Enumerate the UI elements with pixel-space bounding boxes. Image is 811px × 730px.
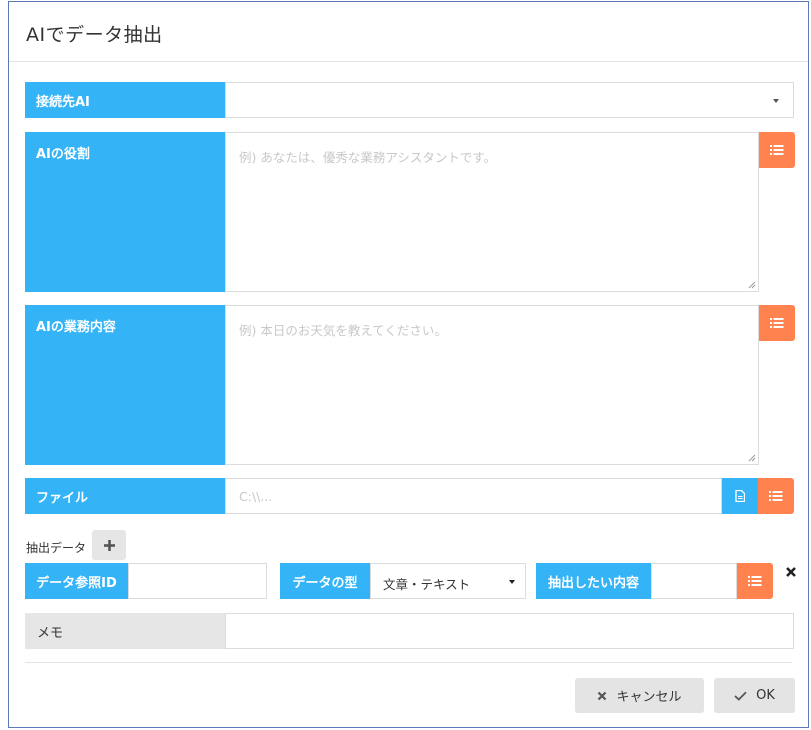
list-icon bbox=[748, 576, 762, 586]
file-browse-button[interactable] bbox=[722, 478, 758, 514]
chevron-down-icon bbox=[773, 99, 779, 103]
ai-role-list-button[interactable] bbox=[759, 132, 795, 168]
ai-role-placeholder: 例) あなたは、優秀な業務アシスタントです。 bbox=[239, 150, 497, 165]
ai-role-label: AIの役割 bbox=[25, 132, 225, 292]
data-type-select[interactable]: 文章・テキスト bbox=[370, 563, 526, 599]
ai-connection-select[interactable] bbox=[225, 82, 794, 118]
data-type-label: データの型 bbox=[280, 563, 370, 599]
ai-task-textarea[interactable]: 例) 本日のお天気を教えてください。 bbox=[225, 305, 759, 465]
data-ref-id-input[interactable] bbox=[128, 563, 267, 599]
file-icon bbox=[735, 490, 745, 502]
extract-content-label: 抽出したい内容 bbox=[536, 563, 651, 599]
extract-data-label: 抽出データ bbox=[26, 541, 87, 555]
chevron-down-icon bbox=[509, 580, 515, 584]
ai-role-textarea[interactable]: 例) あなたは、優秀な業務アシスタントです。 bbox=[225, 132, 759, 292]
memo-label: メモ bbox=[25, 613, 225, 649]
footer-divider bbox=[25, 662, 792, 663]
list-icon bbox=[770, 145, 784, 155]
cancel-button-label: キャンセル bbox=[616, 690, 682, 705]
ai-connection-label: 接続先AI bbox=[25, 82, 225, 118]
resize-grip-icon[interactable] bbox=[748, 454, 756, 462]
file-path-input[interactable]: C:\\... bbox=[225, 478, 722, 514]
file-list-button[interactable] bbox=[758, 478, 794, 514]
ai-task-label: AIの業務内容 bbox=[25, 305, 225, 465]
extract-content-list-button[interactable] bbox=[737, 563, 773, 599]
list-icon bbox=[770, 318, 784, 328]
memo-input[interactable] bbox=[225, 613, 794, 649]
dialog-title: AIでデータ抽出 bbox=[26, 24, 163, 46]
data-ref-id-label: データ参照ID bbox=[25, 563, 128, 599]
add-extract-row-button[interactable] bbox=[92, 530, 126, 560]
ai-extract-dialog: AIでデータ抽出 接続先AI AIの役割 例) あなたは、優秀な業務アシスタント… bbox=[8, 1, 809, 728]
ok-button-label: OK bbox=[756, 688, 775, 703]
ai-task-list-button[interactable] bbox=[759, 305, 795, 341]
x-icon bbox=[598, 691, 607, 700]
cancel-button[interactable]: キャンセル bbox=[575, 678, 704, 713]
ok-button[interactable]: OK bbox=[714, 678, 795, 713]
file-label: ファイル bbox=[25, 478, 225, 514]
resize-grip-icon[interactable] bbox=[748, 281, 756, 289]
extract-content-input[interactable] bbox=[651, 563, 737, 599]
data-type-value: 文章・テキスト bbox=[383, 577, 471, 592]
close-icon[interactable] bbox=[784, 565, 798, 579]
ai-task-placeholder: 例) 本日のお天気を教えてください。 bbox=[239, 323, 447, 338]
plus-icon bbox=[103, 539, 115, 551]
list-icon bbox=[769, 491, 783, 501]
check-icon bbox=[734, 691, 747, 701]
file-path-placeholder: C:\\... bbox=[239, 488, 273, 504]
dialog-header: AIでデータ抽出 bbox=[9, 2, 808, 62]
